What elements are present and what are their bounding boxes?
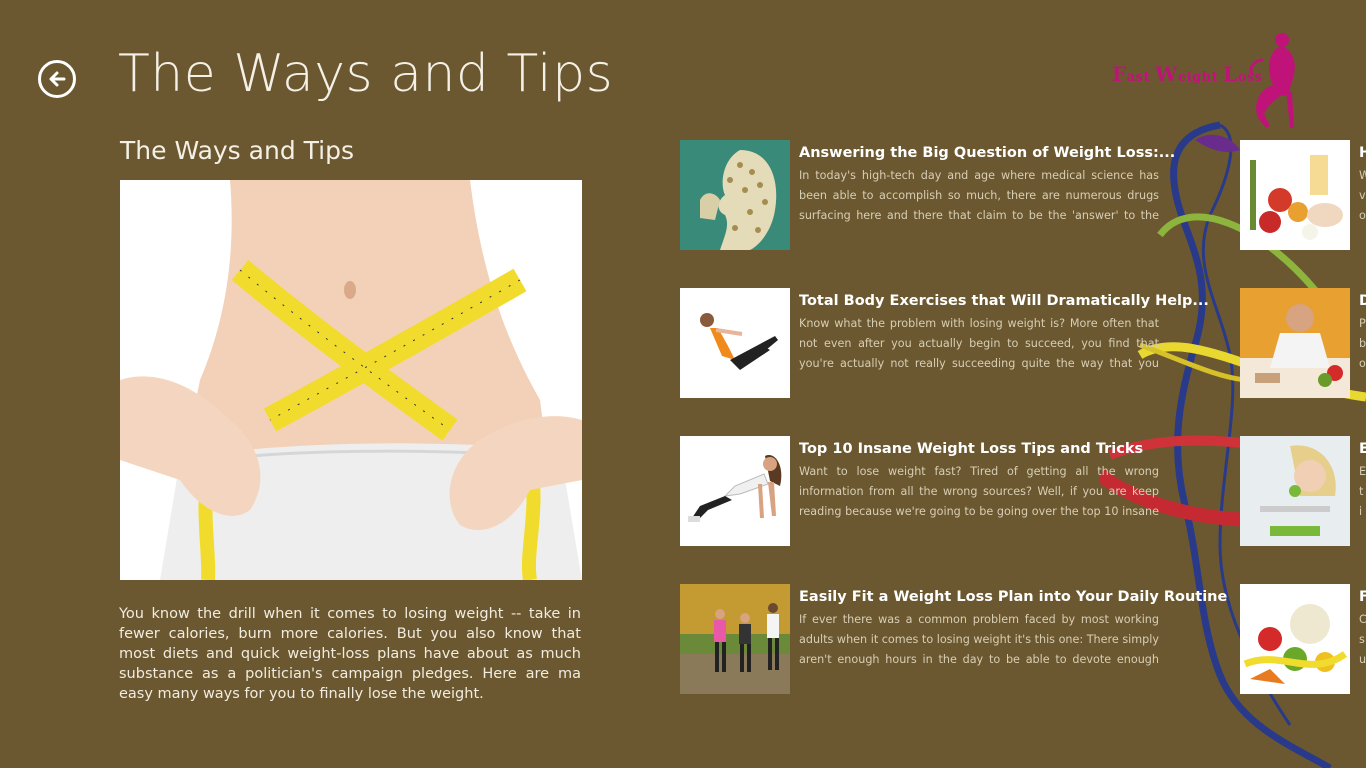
page-title: The Ways and Tips: [118, 44, 614, 104]
logo-text: Fast Weight Loss: [1112, 62, 1263, 86]
article-item[interactable]: Total Body Exercises that Will Dramatica…: [680, 288, 1209, 398]
section-title: The Ways and Tips: [120, 136, 354, 165]
back-button[interactable]: [38, 60, 76, 98]
app-window: The Ways and Tips Fast Weight Loss The W…: [0, 0, 1366, 768]
article-excerpt: Eti: [1359, 465, 1366, 518]
article-excerpt: Pbo: [1359, 317, 1366, 370]
article-item[interactable]: H Wvo: [1240, 140, 1366, 250]
article-title: Easily Fit a Weight Loss Plan into Your …: [799, 589, 1228, 605]
article-item[interactable]: F Csu: [1240, 584, 1366, 694]
pill-head-image: [680, 140, 790, 250]
article-excerpt: If ever there was a common problem faced…: [799, 613, 1159, 666]
article-title: Total Body Exercises that Will Dramatica…: [799, 293, 1209, 309]
waist-measuring-tape-image: [120, 180, 582, 580]
article-item[interactable]: Top 10 Insane Weight Loss Tips and Trick…: [680, 436, 1170, 546]
article-title: H: [1359, 145, 1366, 161]
woman-eating-image: [1240, 436, 1350, 546]
article-excerpt: Wvo: [1359, 169, 1366, 222]
people-walking-image: [680, 584, 790, 694]
article-item[interactable]: Answering the Big Question of Weight Los…: [680, 140, 1175, 250]
article-item[interactable]: D Pbo: [1240, 288, 1366, 398]
article-excerpt: Know what the problem with losing weight…: [799, 317, 1159, 370]
article-title: F: [1359, 589, 1366, 605]
article-excerpt: Csu: [1359, 613, 1366, 666]
back-arrow-icon: [49, 71, 66, 87]
healthy-food-image: [1240, 140, 1350, 250]
article-item[interactable]: Easily Fit a Weight Loss Plan into Your …: [680, 584, 1227, 694]
woman-exercise-image: [680, 288, 790, 398]
article-title: E: [1359, 441, 1366, 457]
description-text: You know the drill when it comes to losi…: [119, 606, 581, 702]
vegetables-tape-image: [1240, 584, 1350, 694]
tired-man-food-image: [1240, 288, 1350, 398]
article-title: Top 10 Insane Weight Loss Tips and Trick…: [799, 441, 1144, 457]
article-title: D: [1359, 293, 1366, 309]
article-excerpt: Want to lose weight fast? Tired of getti…: [799, 465, 1159, 518]
article-title: Answering the Big Question of Weight Los…: [799, 145, 1176, 161]
woman-pushup-image: [680, 436, 790, 546]
article-item[interactable]: E Eti: [1240, 436, 1366, 546]
article-excerpt: In today's high-tech day and age where m…: [799, 169, 1159, 222]
